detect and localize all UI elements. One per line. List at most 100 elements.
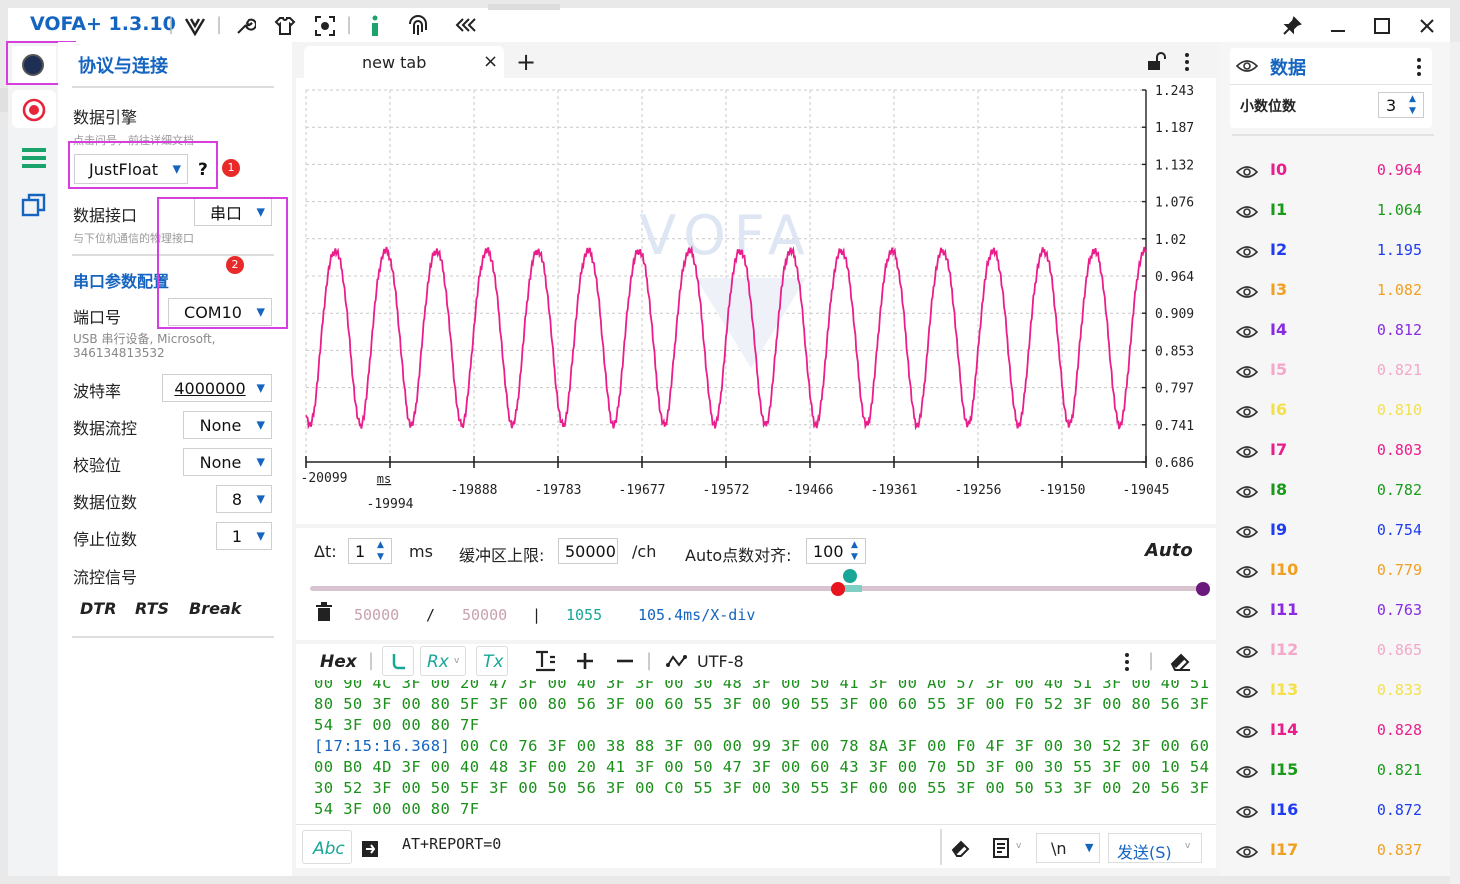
eye-icon[interactable]	[1236, 605, 1258, 619]
buffer-input[interactable]: 50000	[558, 538, 618, 564]
channel-row-i4[interactable]: I4 0.812	[1230, 318, 1435, 346]
eye-icon[interactable]	[1236, 405, 1258, 419]
stepper-icon[interactable]: ▲ ▼	[377, 539, 384, 563]
auto-align-input[interactable]: 100 ▲ ▼	[806, 538, 866, 564]
timestamp-toggle[interactable]	[382, 646, 414, 676]
text-format-icon[interactable]	[534, 650, 556, 672]
eye-icon[interactable]	[1236, 445, 1258, 459]
timeline-slider[interactable]	[310, 586, 1204, 591]
eye-icon[interactable]	[1236, 205, 1258, 219]
channel-row-i3[interactable]: I3 1.082	[1230, 278, 1435, 306]
eye-icon[interactable]	[1236, 285, 1258, 299]
fingerprint-icon[interactable]	[406, 14, 430, 38]
channel-row-i17[interactable]: I17 0.837	[1230, 838, 1435, 866]
send-file-icon[interactable]	[360, 837, 382, 859]
more-vertical-icon[interactable]	[1414, 56, 1424, 78]
channel-row-i9[interactable]: I9 0.754	[1230, 518, 1435, 546]
trash-icon[interactable]	[315, 602, 333, 622]
channel-row-i13[interactable]: I13 0.833	[1230, 678, 1435, 706]
record-button[interactable]	[12, 90, 56, 128]
add-tab-button[interactable]: +	[516, 48, 536, 76]
windows-icon[interactable]	[21, 192, 47, 218]
close-icon[interactable]	[1417, 16, 1437, 36]
databits-select[interactable]: 8 ▼	[216, 485, 272, 513]
channel-row-i15[interactable]: I15 0.821	[1230, 758, 1435, 786]
baud-select[interactable]: 4000000 ▼	[162, 374, 272, 402]
collapse-icon[interactable]	[454, 16, 478, 34]
clear-input-icon[interactable]	[950, 837, 972, 859]
newline-select[interactable]: \n ▼	[1036, 833, 1100, 863]
eye-icon[interactable]	[1236, 525, 1258, 539]
eye-icon[interactable]	[1236, 485, 1258, 499]
dtr-button[interactable]: DTR	[80, 599, 117, 618]
tx-toggle[interactable]: Tx	[476, 646, 508, 676]
chevron-down-icon[interactable]: v	[1016, 841, 1021, 851]
eye-icon[interactable]	[1236, 725, 1258, 739]
more-vertical-icon[interactable]	[1122, 651, 1132, 673]
eye-icon[interactable]	[1236, 165, 1258, 179]
channel-row-i2[interactable]: I2 1.195	[1230, 238, 1435, 266]
encoding-icon[interactable]	[666, 653, 688, 669]
flow-select[interactable]: None ▼	[183, 411, 272, 439]
rts-button[interactable]: RTS	[135, 599, 169, 618]
slider-handle-end[interactable]	[1196, 582, 1210, 596]
list-icon[interactable]	[21, 146, 47, 170]
tab-close-button[interactable]: ×	[483, 51, 498, 72]
waveform-chart[interactable]: VOFA 1.243 1.187 1.132 1.076 1.02 0.964 0.909 0.…	[296, 78, 1216, 524]
break-button[interactable]: Break	[189, 599, 241, 618]
eye-icon[interactable]	[1236, 845, 1258, 859]
slider-handle-mid[interactable]	[843, 569, 857, 583]
stepper-icon[interactable]: ▲ ▼	[1409, 93, 1416, 117]
stepper-icon[interactable]: ▲ ▼	[851, 539, 858, 563]
capture-icon[interactable]	[314, 15, 336, 37]
shirt-icon[interactable]	[274, 15, 296, 37]
rx-toggle[interactable]: Rx v	[420, 646, 466, 676]
eye-icon[interactable]	[1236, 805, 1258, 819]
channel-row-i14[interactable]: I14 0.828	[1230, 718, 1435, 746]
channel-row-i1[interactable]: I1 1.064	[1230, 198, 1435, 226]
dt-input[interactable]: 1 ▲ ▼	[348, 538, 392, 564]
terminal-output[interactable]: 00 90 4C 3F 00 20 47 3F 00 40 3F 3F 00 3…	[296, 680, 1216, 824]
vofa-logo-icon[interactable]	[184, 16, 206, 36]
eye-icon[interactable]	[1236, 565, 1258, 579]
info-icon[interactable]	[364, 14, 386, 38]
send-input[interactable]: AT+REPORT=0	[402, 835, 501, 853]
stopbits-select[interactable]: 1 ▼	[216, 522, 272, 550]
decimals-stepper[interactable]: 3 ▲ ▼	[1378, 92, 1424, 118]
channel-row-i12[interactable]: I12 0.865	[1230, 638, 1435, 666]
unlock-icon[interactable]	[1146, 52, 1166, 72]
auto-button[interactable]: Auto	[1145, 540, 1193, 561]
send-button[interactable]: 发送(S) v	[1108, 833, 1202, 863]
channel-row-i6[interactable]: I6 0.810	[1230, 398, 1435, 426]
pin-icon[interactable]	[1282, 16, 1302, 36]
eye-icon[interactable]	[1236, 365, 1258, 379]
wrench-icon[interactable]	[234, 15, 256, 37]
channel-row-i7[interactable]: I7 0.803	[1230, 438, 1435, 466]
maximize-icon[interactable]	[1372, 16, 1392, 36]
more-vertical-icon[interactable]	[1182, 52, 1192, 72]
history-icon[interactable]	[990, 837, 1012, 859]
channel-row-i16[interactable]: I16 0.872	[1230, 798, 1435, 826]
eye-icon[interactable]	[1236, 685, 1258, 699]
channel-row-i8[interactable]: I8 0.782	[1230, 478, 1435, 506]
slider-handle-start[interactable]	[831, 582, 845, 596]
channel-row-i10[interactable]: I10 0.779	[1230, 558, 1435, 586]
hex-toggle[interactable]: Hex	[320, 652, 357, 672]
chart-svg[interactable]: VOFA1.2431.1871.1321.0761.020.9640.9090.…	[296, 78, 1216, 524]
channel-row-i5[interactable]: I5 0.821	[1230, 358, 1435, 386]
eraser-icon[interactable]	[1168, 650, 1192, 672]
channel-row-i0[interactable]: I0 0.964	[1230, 158, 1435, 186]
eye-icon[interactable]	[1236, 245, 1258, 259]
encoding-label[interactable]: UTF-8	[697, 652, 744, 671]
eye-icon[interactable]	[1236, 645, 1258, 659]
eye-icon[interactable]	[1236, 59, 1258, 73]
parity-select[interactable]: None ▼	[183, 448, 272, 476]
eye-icon[interactable]	[1236, 765, 1258, 779]
minimize-icon[interactable]	[1328, 16, 1348, 36]
eye-icon[interactable]	[1236, 325, 1258, 339]
tab-new-tab[interactable]: new tab ×	[304, 46, 504, 78]
zoom-out-icon[interactable]	[616, 652, 634, 670]
zoom-in-icon[interactable]	[576, 652, 594, 670]
channel-row-i11[interactable]: I11 0.763	[1230, 598, 1435, 626]
abc-toggle[interactable]: Abc	[302, 830, 352, 864]
